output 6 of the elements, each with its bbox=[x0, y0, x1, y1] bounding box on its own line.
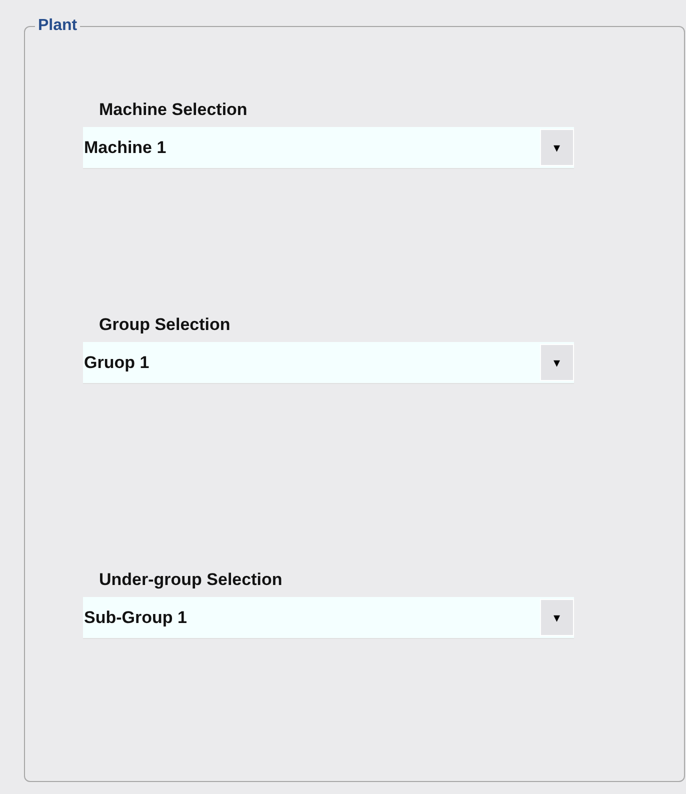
field-label: Group Selection bbox=[99, 315, 230, 335]
dropdown[interactable]: Sub-Group 1 ▾ bbox=[83, 597, 574, 639]
field-label: Machine Selection bbox=[99, 100, 248, 120]
dropdown[interactable]: Gruop 1 ▾ bbox=[83, 342, 574, 384]
field-label: Under-group Selection bbox=[99, 570, 282, 590]
dropdown[interactable]: Machine 1 ▾ bbox=[83, 127, 574, 169]
